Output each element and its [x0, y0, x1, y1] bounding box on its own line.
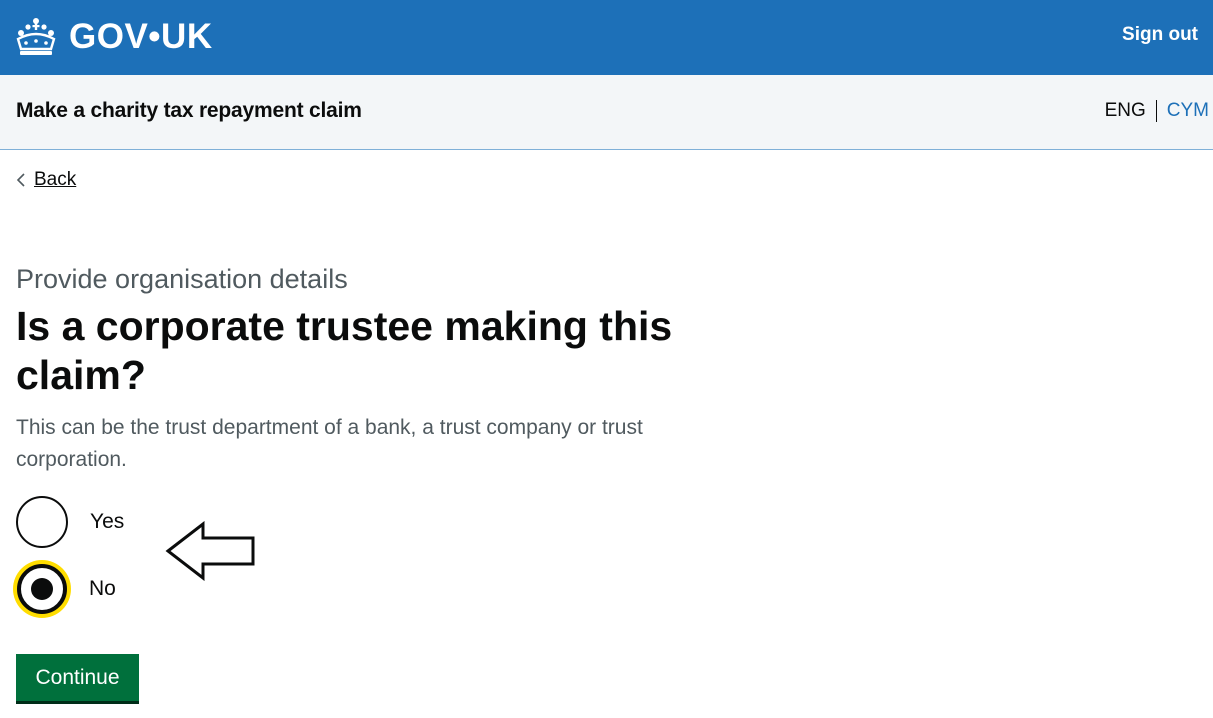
continue-button[interactable]: Continue	[16, 654, 139, 701]
back-link[interactable]: Back	[16, 169, 76, 191]
radio-button-yes[interactable]	[16, 496, 68, 548]
govuk-header: GOV•UK Sign out	[0, 0, 1213, 75]
language-switcher: ENG CYM	[1105, 100, 1209, 122]
question-hint: This can be the trust department of a ba…	[16, 416, 643, 471]
radio-button-no[interactable]	[17, 564, 67, 614]
language-divider	[1155, 100, 1157, 122]
language-link-cym[interactable]: CYM	[1167, 100, 1209, 122]
govuk-logo-link[interactable]: GOV•UK	[15, 12, 213, 62]
radio-label-no: No	[89, 576, 116, 600]
sign-out-link[interactable]: Sign out	[1122, 24, 1198, 46]
radio-selected-dot	[31, 578, 53, 600]
crown-icon	[16, 18, 56, 55]
govuk-logo-text: GOV•UK	[69, 17, 213, 56]
service-name: Make a charity tax repayment claim	[16, 99, 362, 122]
radio-label-yes: Yes	[90, 510, 125, 533]
radio-option-no[interactable]: No	[16, 563, 116, 614]
service-header: Make a charity tax repayment claim ENG C…	[0, 75, 1213, 150]
language-current-eng: ENG	[1104, 100, 1146, 121]
page-title: Is a corporate trustee making this claim…	[16, 303, 673, 398]
chevron-left-icon	[16, 173, 25, 187]
arrow-left-icon	[165, 521, 255, 581]
back-link-label: Back	[34, 169, 77, 190]
radio-option-yes[interactable]: Yes	[16, 496, 124, 548]
page-caption: Provide organisation details	[16, 264, 348, 294]
